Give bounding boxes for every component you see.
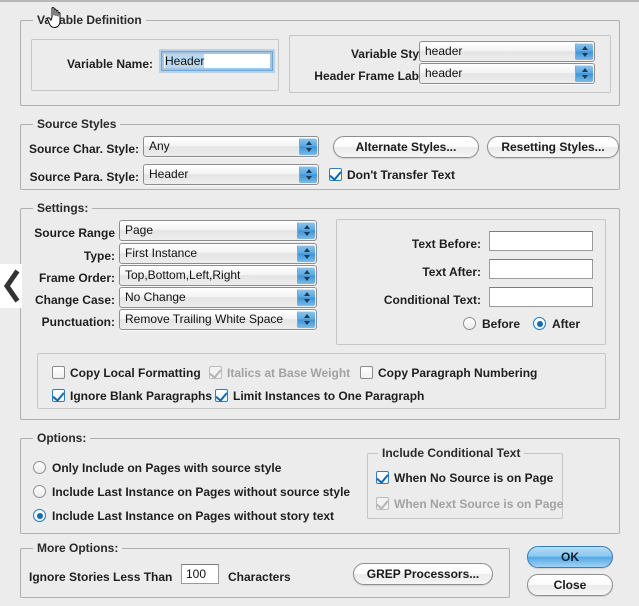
chevron-left-icon — [3, 269, 20, 303]
source-styles-group: Source Styles Source Char. Style: Any Al… — [20, 117, 620, 190]
variable-style-select[interactable]: header — [419, 41, 595, 62]
conditional-text-label: Conditional Text: — [383, 293, 481, 307]
options-group-title: Options: — [33, 431, 91, 445]
position-before-radio[interactable]: Before — [463, 317, 520, 331]
ignore-blank-paragraphs-checkbox[interactable]: Ignore Blank Paragraphs — [52, 389, 212, 403]
type-label: Type: — [83, 249, 115, 263]
source-char-style-stepper-icon[interactable] — [299, 138, 317, 155]
variable-definition-group-title: Variable Definition — [33, 13, 146, 27]
source-range-select[interactable]: Page — [119, 220, 317, 241]
more-options-group: More Options: Ignore Stories Less Than 1… — [20, 541, 510, 598]
source-para-style-label: Source Para. Style: — [29, 170, 139, 184]
when-next-source-on-page-checkbox: When Next Source is on Page — [376, 497, 563, 511]
text-before-input[interactable] — [489, 231, 593, 251]
punctuation-value: Remove Trailing White Space — [125, 312, 284, 326]
header-frame-label-value: header — [425, 66, 463, 80]
options-group: Options: Only Include on Pages with sour… — [20, 431, 620, 534]
frame-order-select[interactable]: Top,Bottom,Left,Right — [119, 265, 317, 286]
source-range-value: Page — [125, 223, 154, 237]
close-button[interactable]: Close — [527, 574, 613, 596]
copy-local-formatting-checkbox[interactable]: Copy Local Formatting — [52, 366, 201, 380]
source-char-style-value: Any — [149, 139, 170, 153]
option-only-include-radio[interactable]: Only Include on Pages with source style — [33, 461, 281, 475]
conditional-text-input[interactable] — [489, 287, 593, 307]
variable-style-value: header — [425, 44, 463, 58]
settings-group: Settings: Source Range Page Type: First … — [20, 201, 620, 420]
text-before-label: Text Before: — [411, 237, 481, 251]
change-case-stepper-icon[interactable] — [297, 289, 315, 306]
frame-order-value: Top,Bottom,Left,Right — [125, 268, 241, 282]
settings-group-title: Settings: — [33, 201, 93, 215]
alternate-styles-button[interactable]: Alternate Styles... — [333, 136, 479, 158]
type-select[interactable]: First Instance — [119, 243, 317, 264]
limit-instances-to-one-paragraph-checkbox[interactable]: Limit Instances to One Paragraph — [215, 389, 424, 403]
option-include-last-without-story-text-radio[interactable]: Include Last Instance on Pages without s… — [33, 509, 334, 523]
variable-name-input[interactable]: Header — [161, 51, 273, 71]
punctuation-select[interactable]: Remove Trailing White Space — [119, 309, 317, 330]
change-case-value: No Change — [125, 290, 186, 304]
characters-label: Characters — [228, 570, 291, 584]
header-frame-label-label: Header Frame Label: — [314, 69, 433, 83]
header-frame-label-stepper-icon[interactable] — [575, 65, 593, 82]
variable-style-stepper-icon[interactable] — [575, 43, 593, 60]
more-options-group-title: More Options: — [33, 541, 123, 555]
source-char-style-label: Source Char. Style: — [28, 142, 139, 156]
change-case-label: Change Case: — [34, 293, 115, 307]
when-no-source-on-page-checkbox[interactable]: When No Source is on Page — [376, 471, 553, 485]
ok-button[interactable]: OK — [527, 546, 613, 568]
variable-name-label: Variable Name: — [66, 57, 153, 71]
source-para-style-select[interactable]: Header — [143, 164, 319, 185]
copy-paragraph-numbering-checkbox[interactable]: Copy Paragraph Numbering — [360, 366, 537, 380]
grep-processors-button[interactable]: GREP Processors... — [353, 563, 493, 585]
variable-definition-group: Variable Definition Variable Name: Heade… — [20, 13, 620, 106]
previous-arrow-overlay[interactable] — [0, 264, 22, 308]
punctuation-stepper-icon[interactable] — [297, 311, 315, 328]
type-value: First Instance — [125, 246, 198, 260]
ignore-stories-label: Ignore Stories Less Than — [29, 570, 173, 584]
source-para-style-value: Header — [149, 167, 189, 181]
resetting-styles-button[interactable]: Resetting Styles... — [487, 136, 619, 158]
change-case-select[interactable]: No Change — [119, 287, 317, 308]
dont-transfer-text-checkbox[interactable]: Don't Transfer Text — [329, 168, 455, 182]
source-char-style-select[interactable]: Any — [143, 136, 319, 157]
include-conditional-text-title: Include Conditional Text — [378, 446, 525, 460]
ignore-stories-input[interactable]: 100 — [181, 564, 219, 584]
text-after-label: Text After: — [422, 265, 481, 279]
text-after-input[interactable] — [489, 259, 593, 279]
source-para-style-stepper-icon[interactable] — [299, 166, 317, 183]
type-stepper-icon[interactable] — [297, 245, 315, 262]
frame-order-label: Frame Order: — [38, 271, 115, 285]
punctuation-label: Punctuation: — [41, 315, 115, 329]
variable-definition-dialog: Variable Definition Variable Name: Heade… — [0, 0, 639, 606]
source-range-label: Source Range — [34, 226, 115, 240]
position-after-radio[interactable]: After — [533, 317, 580, 331]
option-include-last-without-source-style-radio[interactable]: Include Last Instance on Pages without s… — [33, 485, 350, 499]
frame-order-stepper-icon[interactable] — [297, 267, 315, 284]
source-styles-group-title: Source Styles — [33, 117, 121, 131]
header-frame-label-select[interactable]: header — [419, 63, 595, 84]
variable-name-value: Header — [165, 54, 205, 68]
variable-style-label: Variable Style: — [350, 47, 433, 61]
italics-at-base-weight-checkbox: Italics at Base Weight — [209, 366, 350, 380]
source-range-stepper-icon[interactable] — [297, 222, 315, 239]
